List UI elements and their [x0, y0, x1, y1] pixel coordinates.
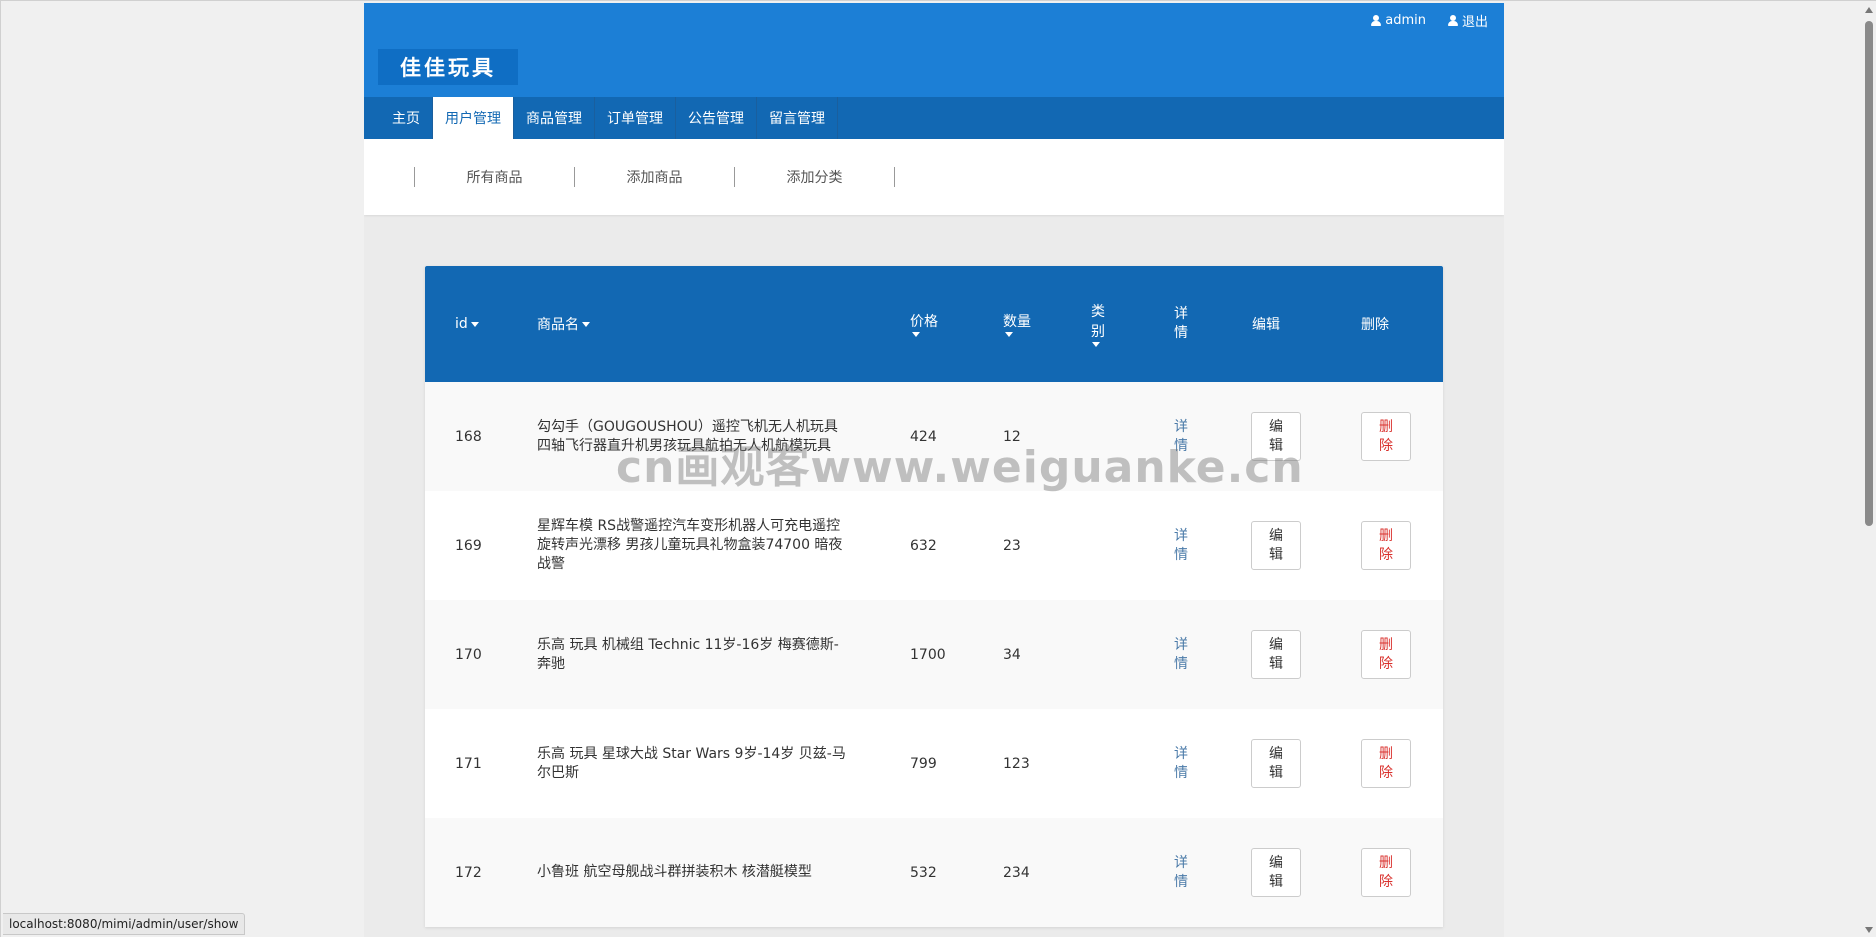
- header-qty-label: 数量: [1003, 313, 1031, 330]
- cell-qty: 12: [1003, 428, 1021, 445]
- logout-link[interactable]: 退出: [1447, 11, 1488, 30]
- browser-viewport: admin 退出 佳佳玩具 主页 用户管理 商品管理 订单管理 公告管理 留言管…: [0, 0, 1876, 937]
- nav-item-home[interactable]: 主页: [380, 97, 433, 139]
- table-row: 171 乐高 玩具 星球大战 Star Wars 9岁-14岁 贝兹-马尔巴斯 …: [425, 709, 1443, 818]
- cell-price: 632: [910, 537, 937, 554]
- table-row: 168 勾勾手（GOUGOUSHOU）遥控飞机无人机玩具四轴飞行器直升机男孩玩具…: [425, 382, 1443, 491]
- delete-button[interactable]: 删除: [1361, 848, 1411, 897]
- sort-caret-icon[interactable]: [470, 321, 479, 327]
- table-row: 169 星辉车模 RS战警遥控汽车变形机器人可充电遥控旋转声光漂移 男孩儿童玩具…: [425, 491, 1443, 600]
- cell-qty: 123: [1003, 755, 1030, 772]
- table-header: id 商品名 价格 数量 类别 详情 编辑 删除: [425, 266, 1443, 382]
- detail-link[interactable]: 详情: [1174, 636, 1194, 674]
- cell-name: 小鲁班 航空母舰战斗群拼装积木 核潜艇模型: [537, 864, 812, 880]
- admin-link-label: admin: [1385, 13, 1426, 28]
- sort-caret-icon[interactable]: [912, 331, 920, 337]
- cell-name: 乐高 玩具 星球大战 Star Wars 9岁-14岁 贝兹-马尔巴斯: [537, 745, 846, 781]
- header-name-label: 商品名: [537, 317, 579, 333]
- header-edit-label: 编辑: [1252, 317, 1280, 333]
- product-table: id 商品名 价格 数量 类别 详情 编辑 删除 168 勾勾手（GOUGOUS…: [425, 266, 1443, 927]
- nav-item-orders[interactable]: 订单管理: [595, 97, 676, 139]
- cell-id: 172: [455, 864, 482, 881]
- sort-caret-icon[interactable]: [582, 321, 590, 327]
- sub-nav: 所有商品 添加商品 添加分类: [364, 139, 1504, 215]
- logout-link-label: 退出: [1461, 15, 1488, 30]
- header-price-label: 价格: [910, 313, 938, 330]
- delete-button[interactable]: 删除: [1361, 412, 1411, 461]
- scroll-down-arrow-icon[interactable]: [1865, 927, 1873, 933]
- cell-name: 星辉车模 RS战警遥控汽车变形机器人可充电遥控旋转声光漂移 男孩儿童玩具礼物盒装…: [537, 518, 843, 572]
- header-price: 价格: [910, 266, 940, 382]
- header-edit: 编辑: [1252, 266, 1280, 382]
- header-id: id: [455, 266, 479, 382]
- detail-link[interactable]: 详情: [1174, 418, 1194, 456]
- edit-button[interactable]: 编辑: [1251, 412, 1301, 461]
- cell-price: 1700: [910, 646, 946, 663]
- edit-button[interactable]: 编辑: [1251, 630, 1301, 679]
- header-delete-label: 删除: [1361, 317, 1389, 333]
- cell-qty: 34: [1003, 646, 1021, 663]
- subnav-add-product[interactable]: 添加商品: [575, 167, 734, 187]
- edit-button[interactable]: 编辑: [1251, 848, 1301, 897]
- header-delete: 删除: [1361, 266, 1389, 382]
- delete-button[interactable]: 删除: [1361, 739, 1411, 788]
- admin-page: admin 退出 佳佳玩具 主页 用户管理 商品管理 订单管理 公告管理 留言管…: [364, 3, 1504, 937]
- header: admin 退出 佳佳玩具: [364, 3, 1504, 97]
- scrollbar-thumb[interactable]: [1865, 21, 1873, 526]
- header-detail-label: 详情: [1174, 306, 1188, 341]
- header-detail: 详情: [1174, 266, 1190, 382]
- header-qty: 数量: [1003, 266, 1033, 382]
- subnav-all-products[interactable]: 所有商品: [415, 167, 574, 187]
- detail-link[interactable]: 详情: [1174, 527, 1194, 565]
- cell-price: 799: [910, 755, 937, 772]
- main-nav: 主页 用户管理 商品管理 订单管理 公告管理 留言管理: [364, 96, 1504, 139]
- sort-caret-icon[interactable]: [1005, 331, 1013, 337]
- top-links: admin 退出: [1371, 11, 1488, 30]
- cell-id: 170: [455, 646, 482, 663]
- cell-name: 勾勾手（GOUGOUSHOU）遥控飞机无人机玩具四轴飞行器直升机男孩玩具航拍无人…: [537, 418, 838, 454]
- user-icon: [1447, 15, 1458, 26]
- header-name: 商品名: [537, 266, 590, 382]
- sort-caret-icon[interactable]: [1092, 341, 1100, 347]
- delete-button[interactable]: 删除: [1361, 521, 1411, 570]
- cell-qty: 23: [1003, 537, 1021, 554]
- table-body: 168 勾勾手（GOUGOUSHOU）遥控飞机无人机玩具四轴飞行器直升机男孩玩具…: [425, 382, 1443, 927]
- scroll-up-arrow-icon[interactable]: [1865, 7, 1873, 13]
- cell-price: 532: [910, 864, 937, 881]
- cell-name: 乐高 玩具 机械组 Technic 11岁-16岁 梅赛德斯-奔驰: [537, 636, 839, 672]
- nav-item-messages[interactable]: 留言管理: [757, 97, 838, 139]
- status-bar-url: localhost:8080/mimi/admin/user/show: [3, 913, 246, 935]
- cell-id: 171: [455, 755, 482, 772]
- detail-link[interactable]: 详情: [1174, 745, 1194, 783]
- edit-button[interactable]: 编辑: [1251, 739, 1301, 788]
- nav-item-users[interactable]: 用户管理: [433, 96, 514, 139]
- header-id-label: id: [455, 316, 468, 332]
- divider: [894, 167, 895, 187]
- cell-qty: 234: [1003, 864, 1030, 881]
- nav-item-products[interactable]: 商品管理: [514, 97, 595, 139]
- delete-button[interactable]: 删除: [1361, 630, 1411, 679]
- edit-button[interactable]: 编辑: [1251, 521, 1301, 570]
- cell-price: 424: [910, 428, 937, 445]
- header-category-label: 类别: [1091, 303, 1105, 340]
- table-row: 172 小鲁班 航空母舰战斗群拼装积木 核潜艇模型 532 234 详情 编辑 …: [425, 818, 1443, 927]
- user-icon: [1371, 15, 1382, 26]
- nav-item-notices[interactable]: 公告管理: [676, 97, 757, 139]
- admin-link[interactable]: admin: [1371, 11, 1426, 30]
- header-category: 类别: [1091, 266, 1107, 382]
- subnav-add-category[interactable]: 添加分类: [735, 167, 894, 187]
- site-logo[interactable]: 佳佳玩具: [378, 49, 518, 85]
- cell-id: 168: [455, 428, 482, 445]
- detail-link[interactable]: 详情: [1174, 854, 1194, 892]
- table-row: 170 乐高 玩具 机械组 Technic 11岁-16岁 梅赛德斯-奔驰 17…: [425, 600, 1443, 709]
- scrollbar[interactable]: [1864, 21, 1874, 926]
- cell-id: 169: [455, 537, 482, 554]
